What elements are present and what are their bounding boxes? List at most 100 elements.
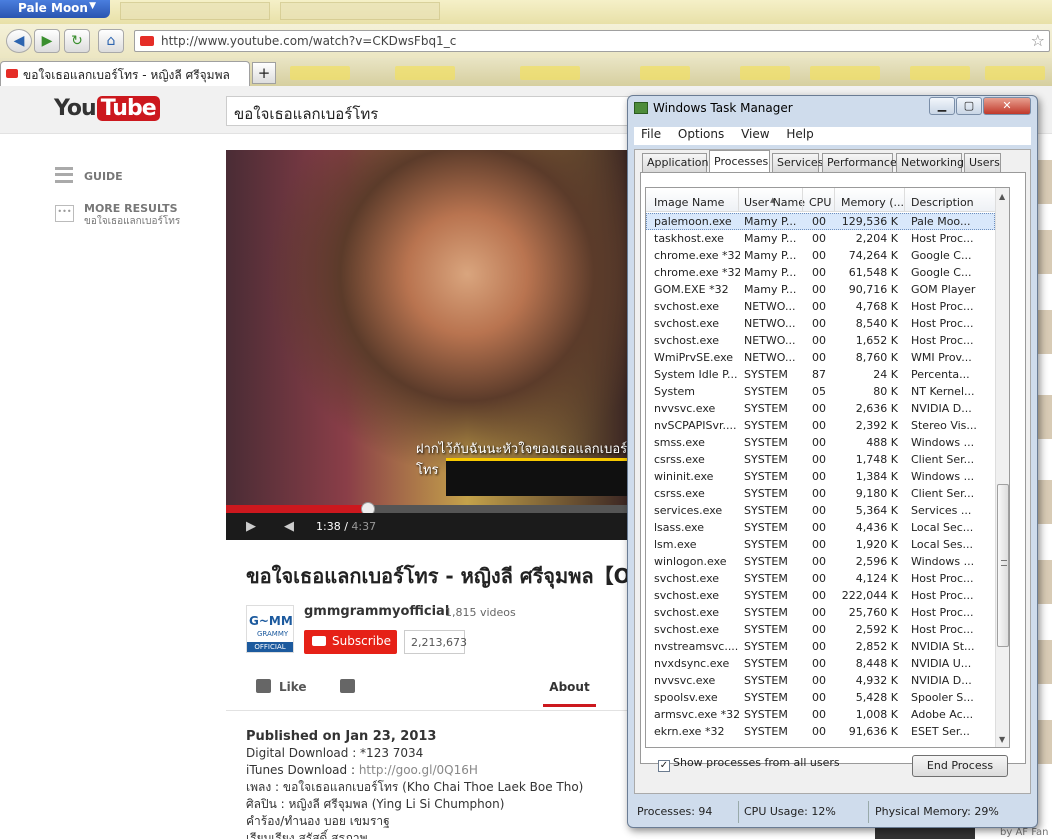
channel-logo[interactable]: G~MM GRAMMY OFFICIAL: [246, 605, 294, 653]
bookmark-item[interactable]: [640, 66, 690, 80]
thumbs-down-icon[interactable]: [340, 679, 355, 693]
forward-button[interactable]: ▶: [34, 29, 60, 53]
video-player[interactable]: ฝากไว้กับฉันนะหัวใจของเธอแลกเบอร์โทร ▶ ◀…: [226, 150, 628, 540]
table-row[interactable]: nvvsvc.exe SYSTEM 00 4,932 K NVIDIA D...: [646, 672, 995, 689]
tab-performance[interactable]: Performance: [822, 153, 897, 172]
table-row[interactable]: WmiPrvSE.exe NETWO... 00 8,760 K WMI Prov...: [646, 349, 995, 366]
related-video-thumbnail[interactable]: [875, 828, 975, 839]
column-divider[interactable]: [802, 188, 803, 212]
table-row[interactable]: GOM.EXE *32 Mamy P... 00 90,716 K GOM Player: [646, 281, 995, 298]
column-divider[interactable]: [738, 188, 739, 212]
table-row[interactable]: spoolsv.exe SYSTEM 00 5,428 K Spooler S...: [646, 689, 995, 706]
tab-about[interactable]: About: [543, 680, 596, 707]
end-process-button[interactable]: End Process: [912, 755, 1008, 777]
search-input[interactable]: ขอใจเธอแลกเบอร์โทร: [226, 96, 630, 126]
bookmark-item[interactable]: [740, 66, 790, 80]
table-row[interactable]: csrss.exe SYSTEM 00 9,180 K Client Ser...: [646, 485, 995, 502]
bookmark-item[interactable]: [910, 66, 970, 80]
table-row[interactable]: winlogon.exe SYSTEM 00 2,596 K Windows ...: [646, 553, 995, 570]
bookmark-item[interactable]: [985, 66, 1045, 80]
bookmark-item[interactable]: [810, 66, 880, 80]
column-description[interactable]: Description: [911, 196, 974, 209]
bookmark-star-icon[interactable]: ☆: [1031, 31, 1045, 50]
scrollbar-thumb[interactable]: [997, 484, 1009, 647]
table-row[interactable]: svchost.exe SYSTEM 00 2,592 K Host Proc...: [646, 621, 995, 638]
menu-help[interactable]: Help: [786, 127, 813, 141]
column-cpu[interactable]: CPU: [809, 196, 831, 209]
task-manager-window[interactable]: Windows Task Manager ▁ ▢ ✕ File Options …: [627, 95, 1038, 828]
table-row[interactable]: nvvsvc.exe SYSTEM 00 2,636 K NVIDIA D...: [646, 400, 995, 417]
table-row[interactable]: svchost.exe NETWO... 00 4,768 K Host Proc...: [646, 298, 995, 315]
like-button[interactable]: Like: [256, 679, 307, 694]
youtube-logo[interactable]: You Tube: [54, 96, 160, 121]
play-icon[interactable]: ▶: [246, 519, 256, 534]
scroll-up-icon[interactable]: ▲: [999, 192, 1005, 201]
table-row[interactable]: nvxdsync.exe SYSTEM 00 8,448 K NVIDIA U...: [646, 655, 995, 672]
bookmark-item[interactable]: [290, 66, 350, 80]
table-row[interactable]: wininit.exe SYSTEM 00 1,384 K Windows ...: [646, 468, 995, 485]
table-row[interactable]: smss.exe SYSTEM 00 488 K Windows ...: [646, 434, 995, 451]
table-row[interactable]: chrome.exe *32 Mamy P... 00 74,264 K Google …: [646, 247, 995, 264]
scroll-down-icon[interactable]: ▼: [999, 735, 1005, 744]
new-tab-button[interactable]: +: [252, 62, 276, 84]
tab-active[interactable]: ขอใจเธอแลกเบอร์โทร - หญิงลี ศรีจุมพล: [0, 61, 250, 86]
menu-file[interactable]: File: [641, 127, 661, 141]
guide-menu-icon[interactable]: [55, 167, 73, 183]
column-user-name[interactable]: User Name: [744, 196, 805, 209]
process-list-scrollbar[interactable]: ▲ ▼: [995, 188, 1009, 747]
url-bar[interactable]: http://www.youtube.com/watch?v=CKDwsFbq1…: [134, 30, 1050, 52]
table-row[interactable]: nvstreamsvc.... SYSTEM 00 2,852 K NVIDIA St.…: [646, 638, 995, 655]
table-row[interactable]: lsm.exe SYSTEM 00 1,920 K Local Ses...: [646, 536, 995, 553]
volume-icon[interactable]: ◀: [284, 519, 294, 534]
tab-users[interactable]: Users: [964, 153, 1001, 172]
table-row[interactable]: services.exe SYSTEM 00 5,364 K Services ...: [646, 502, 995, 519]
tab-processes[interactable]: Processes: [709, 150, 770, 173]
table-row[interactable]: csrss.exe SYSTEM 00 1,748 K Client Ser...: [646, 451, 995, 468]
cell-description: NVIDIA U...: [911, 657, 972, 670]
table-row[interactable]: svchost.exe SYSTEM 00 222,044 K Host Proc...: [646, 587, 995, 604]
table-row[interactable]: svchost.exe NETWO... 00 8,540 K Host Proc...: [646, 315, 995, 332]
table-row[interactable]: lsass.exe SYSTEM 00 4,436 K Local Sec...: [646, 519, 995, 536]
video-progress-bar[interactable]: [226, 505, 628, 513]
table-row[interactable]: System SYSTEM 05 80 K NT Kernel...: [646, 383, 995, 400]
minimize-button[interactable]: ▁: [929, 97, 955, 115]
bookmark-item[interactable]: [520, 66, 580, 80]
itunes-link[interactable]: http://goo.gl/0Q16H: [359, 763, 478, 777]
channel-name[interactable]: gmmgrammyofficial: [304, 604, 449, 619]
table-row[interactable]: nvSCPAPISvr.... SYSTEM 00 2,392 K Stereo Vis…: [646, 417, 995, 434]
tab-applications[interactable]: Applications: [642, 153, 714, 172]
close-button[interactable]: ✕: [983, 97, 1031, 115]
maximize-button[interactable]: ▢: [956, 97, 982, 115]
home-button[interactable]: ⌂: [98, 29, 124, 53]
table-row[interactable]: System Idle P... SYSTEM 87 24 K Percenta...: [646, 366, 995, 383]
bookmark-item[interactable]: [395, 66, 455, 80]
table-row[interactable]: taskhost.exe Mamy P... 00 2,204 K Host Proc.…: [646, 230, 995, 247]
cell-description: NT Kernel...: [911, 385, 975, 398]
tab-networking[interactable]: Networking: [896, 153, 964, 172]
reload-button[interactable]: ↻: [64, 29, 90, 53]
table-row[interactable]: chrome.exe *32 Mamy P... 00 61,548 K Google …: [646, 264, 995, 281]
subscribe-button[interactable]: Subscribe: [304, 630, 397, 654]
table-row[interactable]: svchost.exe SYSTEM 00 4,124 K Host Proc...: [646, 570, 995, 587]
table-row[interactable]: ekrn.exe *32 SYSTEM 00 91,636 K ESET Ser...: [646, 723, 995, 740]
show-all-processes-checkbox[interactable]: ✓ Show processes from all users: [658, 756, 840, 772]
column-divider[interactable]: [834, 188, 835, 212]
table-row[interactable]: armsvc.exe *32 SYSTEM 00 1,008 K Adobe Ac...: [646, 706, 995, 723]
table-row[interactable]: svchost.exe SYSTEM 00 25,760 K Host Proc...: [646, 604, 995, 621]
more-results-icon[interactable]: •••: [55, 205, 74, 222]
menu-view[interactable]: View: [741, 127, 769, 141]
table-row[interactable]: svchost.exe NETWO... 00 1,652 K Host Proc...: [646, 332, 995, 349]
menu-options[interactable]: Options: [678, 127, 724, 141]
pale-moon-menu-button[interactable]: Pale Moon ▼: [0, 0, 110, 18]
table-row[interactable]: palemoon.exe Mamy P... 00 129,536 K Pale Moo…: [646, 213, 995, 230]
channel-video-count[interactable]: 1,815 videos: [445, 606, 516, 619]
checkbox-checked-icon[interactable]: ✓: [658, 760, 670, 772]
tab-services[interactable]: Services: [772, 153, 823, 172]
column-memory[interactable]: Memory (...: [841, 196, 904, 209]
guide-label[interactable]: GUIDE: [84, 170, 123, 183]
column-image-name[interactable]: Image Name: [654, 196, 724, 209]
process-list[interactable]: Image Name ▲ User Name CPU Memory (... D…: [645, 187, 1010, 748]
column-divider[interactable]: [904, 188, 905, 212]
back-button[interactable]: ◀: [6, 29, 32, 53]
cell-image-name: spoolsv.exe: [654, 691, 718, 704]
